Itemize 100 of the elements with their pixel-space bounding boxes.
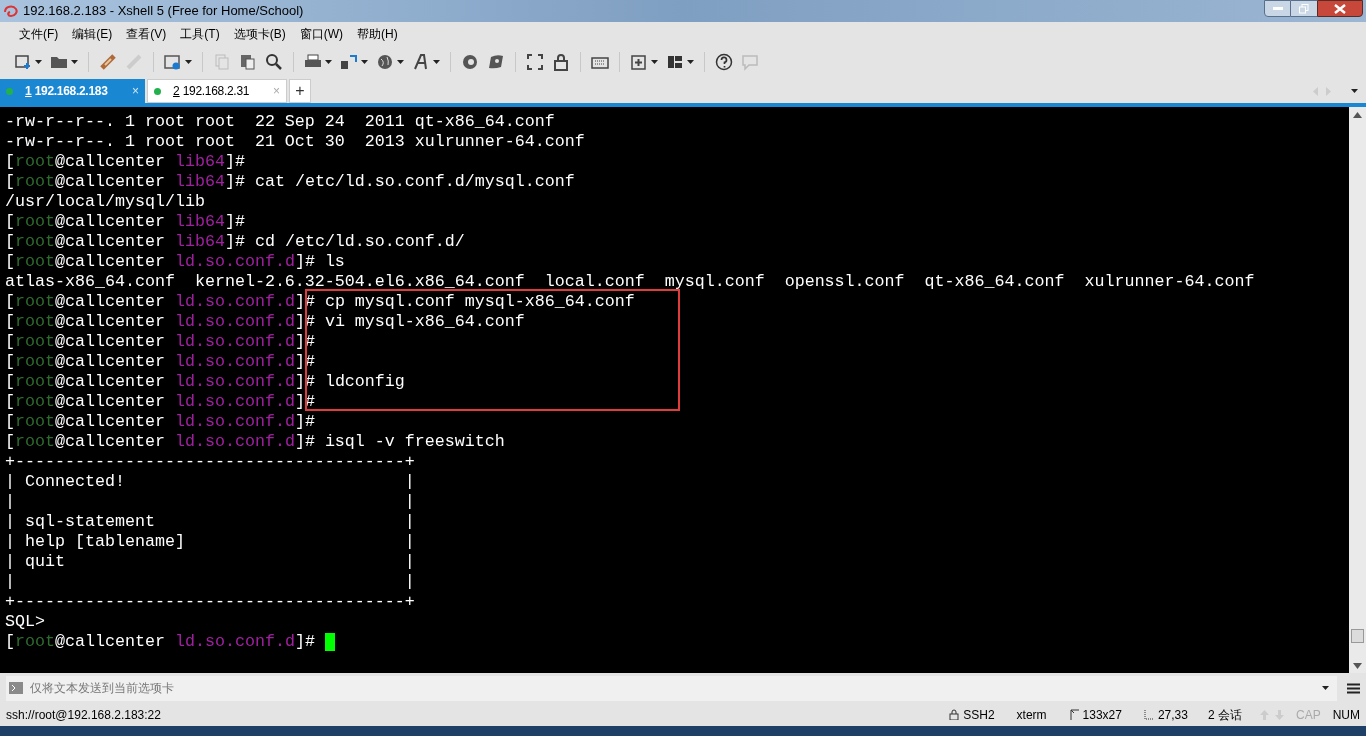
terminal-text: root (15, 292, 55, 312)
terminal-text: root (15, 392, 55, 412)
terminal-text: root (15, 172, 55, 192)
session-tab[interactable]: 2 192.168.2.31 × (147, 79, 287, 103)
dropdown-caret-icon[interactable] (361, 60, 368, 64)
terminal-text: ] (294, 332, 305, 352)
menu-item[interactable]: 查看(V) (119, 23, 174, 45)
terminal-text: ]# isql -v freeswitch (294, 432, 505, 452)
connect-icon[interactable] (99, 53, 117, 71)
terminal-text: ld.so.conf.d (174, 432, 295, 452)
dropdown-caret-icon[interactable] (35, 60, 42, 64)
tab-list-caret-icon[interactable] (1351, 89, 1358, 93)
layout-icon[interactable] (666, 53, 684, 71)
protocol-label: SSH2 (963, 706, 995, 724)
menu-icon[interactable] (1347, 682, 1360, 694)
terminal-text: +---------------------------------------+ (5, 592, 415, 612)
key-indicator: CAP (1296, 706, 1321, 724)
dropdown-caret-icon[interactable] (71, 60, 78, 64)
dropdown-caret-icon[interactable] (651, 60, 658, 64)
tab-label: 192.168.2.31 (182, 83, 250, 100)
terminal-text: [ (5, 412, 15, 432)
terminal-text: root (15, 632, 55, 652)
terminal-text: | | (5, 572, 415, 592)
terminal-size: 133x27 (1082, 706, 1122, 724)
terminal-text: @callcenter (55, 332, 166, 352)
terminal-text: [ (5, 212, 15, 232)
terminal-text: ] (294, 312, 305, 332)
compose-box[interactable]: 仅将文本发送到当前选项卡 (6, 675, 1337, 701)
resize-icon (1068, 709, 1079, 720)
menu-item[interactable]: 编辑(E) (65, 23, 120, 45)
paste-icon[interactable] (239, 53, 257, 71)
terminal-text: ld.so.conf.d (174, 292, 295, 312)
tab-number: 1 (25, 83, 32, 100)
search-icon[interactable] (265, 53, 283, 71)
dropdown-caret-icon[interactable] (185, 60, 192, 64)
menu-item[interactable]: 选项卡(B) (226, 23, 293, 45)
terminal-icon (9, 682, 23, 694)
terminal-text: ] (294, 392, 305, 412)
close-button[interactable] (1317, 0, 1363, 17)
terminal-text: ]# (294, 632, 316, 652)
terminal-text: @callcenter (55, 392, 166, 412)
tab-number: 2 (173, 83, 180, 100)
terminal-text: @callcenter (55, 252, 166, 272)
add-tab-icon[interactable] (630, 53, 648, 71)
dropdown-caret-icon[interactable] (325, 60, 332, 64)
terminal-text: | sql-statement | (5, 512, 415, 532)
menu-item[interactable]: 窗口(W) (292, 23, 350, 45)
terminal-type: xterm (1016, 706, 1047, 724)
terminal-text: @callcenter (55, 152, 166, 172)
help-icon[interactable] (715, 53, 733, 71)
new-session-icon[interactable] (14, 53, 32, 71)
terminal-text: @callcenter (55, 212, 166, 232)
cursor-position-icon (1143, 709, 1154, 720)
terminal-text: ld.so.conf.d (174, 352, 295, 372)
dropdown-caret-icon[interactable] (687, 60, 694, 64)
terminal-text: SQL> (5, 612, 45, 632)
window-title: 192.168.2.183 - Xshell 5 (Free for Home/School) (23, 2, 304, 21)
terminal-text: [ (5, 312, 15, 332)
terminal-text: ]# cd /etc/ld.so.conf.d/ (224, 232, 465, 252)
minimize-icon (1272, 7, 1283, 10)
terminal-text: lib64 (174, 212, 225, 232)
new-tab-button[interactable]: + (289, 79, 311, 103)
lock-icon[interactable] (552, 53, 570, 71)
scroll-down-icon (1353, 663, 1362, 669)
terminal-text: root (15, 312, 55, 332)
terminal-text: root (15, 332, 55, 352)
terminal-text: @callcenter (55, 632, 166, 652)
menu-item[interactable]: 帮助(H) (350, 23, 405, 45)
restore-button[interactable] (1291, 0, 1317, 17)
font-icon[interactable] (412, 53, 430, 71)
minimize-button[interactable] (1264, 0, 1291, 17)
session-tab[interactable]: 1 192.168.2.183 × (0, 79, 145, 103)
terminal-text: ld.so.conf.d (174, 412, 295, 432)
terminal-text: [ (5, 432, 15, 452)
dropdown-caret-icon[interactable] (397, 60, 404, 64)
scrollbar[interactable] (1349, 107, 1366, 673)
terminal-text: ld.so.conf.d (174, 332, 295, 352)
terminal-text: [ (5, 172, 15, 192)
terminal-text: root (15, 152, 55, 172)
fullscreen-icon[interactable] (526, 53, 544, 71)
terminal-text: | | (5, 492, 415, 512)
terminal-text: ]# ls (294, 252, 345, 272)
terminal-text: [ (5, 252, 15, 272)
terminal-text: root (15, 432, 55, 452)
session-count: 2 会话 (1207, 706, 1242, 724)
terminal-text: @callcenter (55, 372, 166, 392)
terminal-text: @callcenter (55, 432, 166, 452)
properties-icon[interactable] (164, 53, 182, 71)
terminal-text: root (15, 372, 55, 392)
terminal-text: @callcenter (55, 232, 166, 252)
terminal-text: [ (5, 392, 15, 412)
menu-item[interactable]: 文件(F) (12, 23, 66, 45)
globe-icon[interactable] (376, 53, 394, 71)
terminal-text: @callcenter (55, 412, 166, 432)
menu-item[interactable]: 工具(T) (173, 23, 227, 45)
cursor-position: 27,33 (1157, 706, 1188, 724)
transfer-icon[interactable] (340, 53, 358, 71)
terminal-text: [ (5, 332, 15, 352)
scroll-thumb[interactable] (1351, 629, 1364, 643)
dropdown-caret-icon[interactable] (433, 60, 440, 64)
